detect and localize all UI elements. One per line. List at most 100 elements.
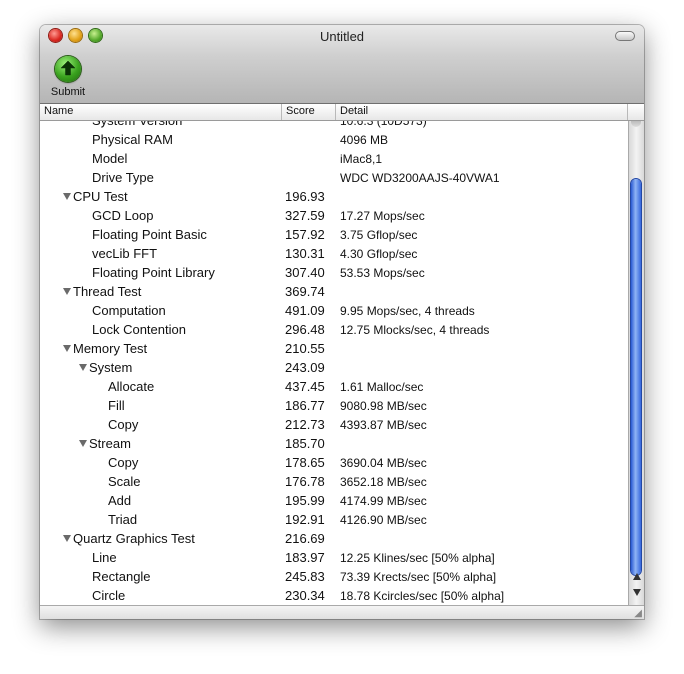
row-name: Add [108,493,132,508]
table-row[interactable]: Floating Point Basic 157.92 3.75 Gflop/sec [40,225,628,244]
status-bar: ◢ [40,605,644,619]
column-header-score[interactable]: Score [282,104,336,120]
table-row[interactable]: Triad 192.91 4126.90 MB/sec [40,510,628,529]
table-row[interactable]: GCD Loop 327.59 17.27 Mops/sec [40,206,628,225]
title-bar[interactable]: Untitled Submit [40,25,644,104]
row-score: 212.73 [285,417,325,432]
row-name: Copy [108,455,139,470]
table-row[interactable]: Line 183.97 12.25 Klines/sec [50% alpha] [40,548,628,567]
row-name: CPU Test [73,189,128,204]
row-score: 437.45 [285,379,325,394]
row-score: 243.09 [285,360,325,375]
row-name: Floating Point Library [92,265,215,280]
table-row[interactable]: Thread Test 369.74 [40,282,628,301]
row-name: Copy [108,417,139,432]
row-score: 195.99 [285,493,325,508]
row-score: 327.59 [285,208,325,223]
row-detail: 3652.18 MB/sec [340,475,427,489]
submit-button[interactable]: Submit [48,55,88,99]
row-detail: 12.75 Mlocks/sec, 4 threads [340,323,490,337]
row-detail: 4174.99 MB/sec [340,494,427,508]
row-score: 196.93 [285,189,325,204]
column-header-detail[interactable]: Detail [336,104,628,120]
row-name: Model [92,151,128,166]
row-name: Line [92,550,117,565]
row-name: Triad [108,512,138,527]
row-detail: 18.78 Kcircles/sec [50% alpha] [340,589,505,603]
row-score: 157.92 [285,227,325,242]
table-row[interactable]: Memory Test 210.55 [40,339,628,358]
row-detail: 12.25 Klines/sec [50% alpha] [340,551,495,565]
row-score: 130.31 [285,246,325,261]
table-row[interactable]: Model iMac8,1 [40,149,628,168]
results-outline-view[interactable]: System Version 10.6.3 (10D573) Physical RA… [40,121,628,605]
row-detail: iMac8,1 [340,152,383,166]
row-detail: 9080.98 MB/sec [340,399,427,413]
disclosure-triangle-icon[interactable] [63,193,71,200]
row-detail: 10.6.3 (10D573) [340,121,427,128]
row-detail: WDC WD3200AAJS-40VWA1 [340,171,500,185]
toolbar-toggle-button[interactable] [615,31,635,41]
scroll-up-arrow-icon[interactable] [633,573,641,580]
scroll-down-arrow-icon[interactable] [633,589,641,596]
scroll-thumb[interactable] [631,179,641,575]
row-score: 369.74 [285,284,325,299]
row-detail: 73.39 Krects/sec [50% alpha] [340,570,497,584]
table-row[interactable]: Quartz Graphics Test 216.69 [40,529,628,548]
row-name: Lock Contention [92,322,186,337]
row-name: GCD Loop [92,208,154,223]
table-row[interactable]: vecLib FFT 130.31 4.30 Gflop/sec [40,244,628,263]
table-row[interactable]: Fill 186.77 9080.98 MB/sec [40,396,628,415]
row-name: Floating Point Basic [92,227,207,242]
submit-label: Submit [50,86,86,98]
table-row[interactable]: Drive Type WDC WD3200AAJS-40VWA1 [40,168,628,187]
table-row[interactable]: Copy 212.73 4393.87 MB/sec [40,415,628,434]
table-row[interactable]: Stream 185.70 [40,434,628,453]
table-row[interactable]: Add 195.99 4174.99 MB/sec [40,491,628,510]
disclosure-triangle-icon[interactable] [63,288,71,295]
header-corner [628,104,644,120]
row-score: 245.83 [285,569,325,584]
row-name: Stream [89,436,131,451]
row-score: 216.69 [285,531,325,546]
table-row[interactable]: Floating Point Library 307.40 53.53 Mops/s… [40,263,628,282]
table-row[interactable]: CPU Test 196.93 [40,187,628,206]
table-row[interactable]: Computation 491.09 9.95 Mops/sec, 4 thread… [40,301,628,320]
row-detail: 3.75 Gflop/sec [340,228,418,242]
row-name: Allocate [108,379,155,394]
table-row[interactable]: Scale 176.78 3652.18 MB/sec [40,472,628,491]
table-row[interactable]: Copy 178.65 3690.04 MB/sec [40,453,628,472]
table-row[interactable]: System Version 10.6.3 (10D573) [40,121,628,130]
table-row[interactable]: Physical RAM 4096 MB [40,130,628,149]
table-row[interactable]: Lock Contention 296.48 12.75 Mlocks/sec, 4… [40,320,628,339]
disclosure-triangle-icon[interactable] [63,345,71,352]
window-title: Untitled [319,29,365,44]
row-score: 307.40 [285,265,325,280]
vertical-scrollbar[interactable] [628,121,644,605]
column-header-name[interactable]: Name [40,104,282,120]
row-name: Physical RAM [92,132,173,147]
row-detail: 4.30 Gflop/sec [340,247,418,261]
upload-arrow-icon [55,56,81,82]
row-detail: 53.53 Mops/sec [340,266,425,280]
row-detail: 3690.04 MB/sec [340,456,427,470]
table-row[interactable]: Circle 230.34 18.78 Kcircles/sec [50% alph… [40,586,628,605]
row-name: vecLib FFT [92,246,158,261]
row-name: System [89,360,133,375]
row-score: 296.48 [285,322,325,337]
row-name: Memory Test [73,341,148,356]
row-detail: 4096 MB [340,133,389,147]
row-name: Rectangle [92,569,151,584]
disclosure-triangle-icon[interactable] [79,364,87,371]
table-row[interactable]: Rectangle 245.83 73.39 Krects/sec [50% alp… [40,567,628,586]
disclosure-triangle-icon[interactable] [79,440,87,447]
rows-container: System Version 10.6.3 (10D573) Physical RA… [40,121,628,605]
table-row[interactable]: System 243.09 [40,358,628,377]
row-score: 186.77 [285,398,325,413]
row-score: 192.91 [285,512,325,527]
table-row[interactable]: Allocate 437.45 1.61 Malloc/sec [40,377,628,396]
resize-grip-icon[interactable]: ◢ [634,609,642,619]
scroll-track-cap [631,121,641,127]
app-window: Untitled Submit Name Score Detail System… [40,25,644,619]
disclosure-triangle-icon[interactable] [63,535,71,542]
